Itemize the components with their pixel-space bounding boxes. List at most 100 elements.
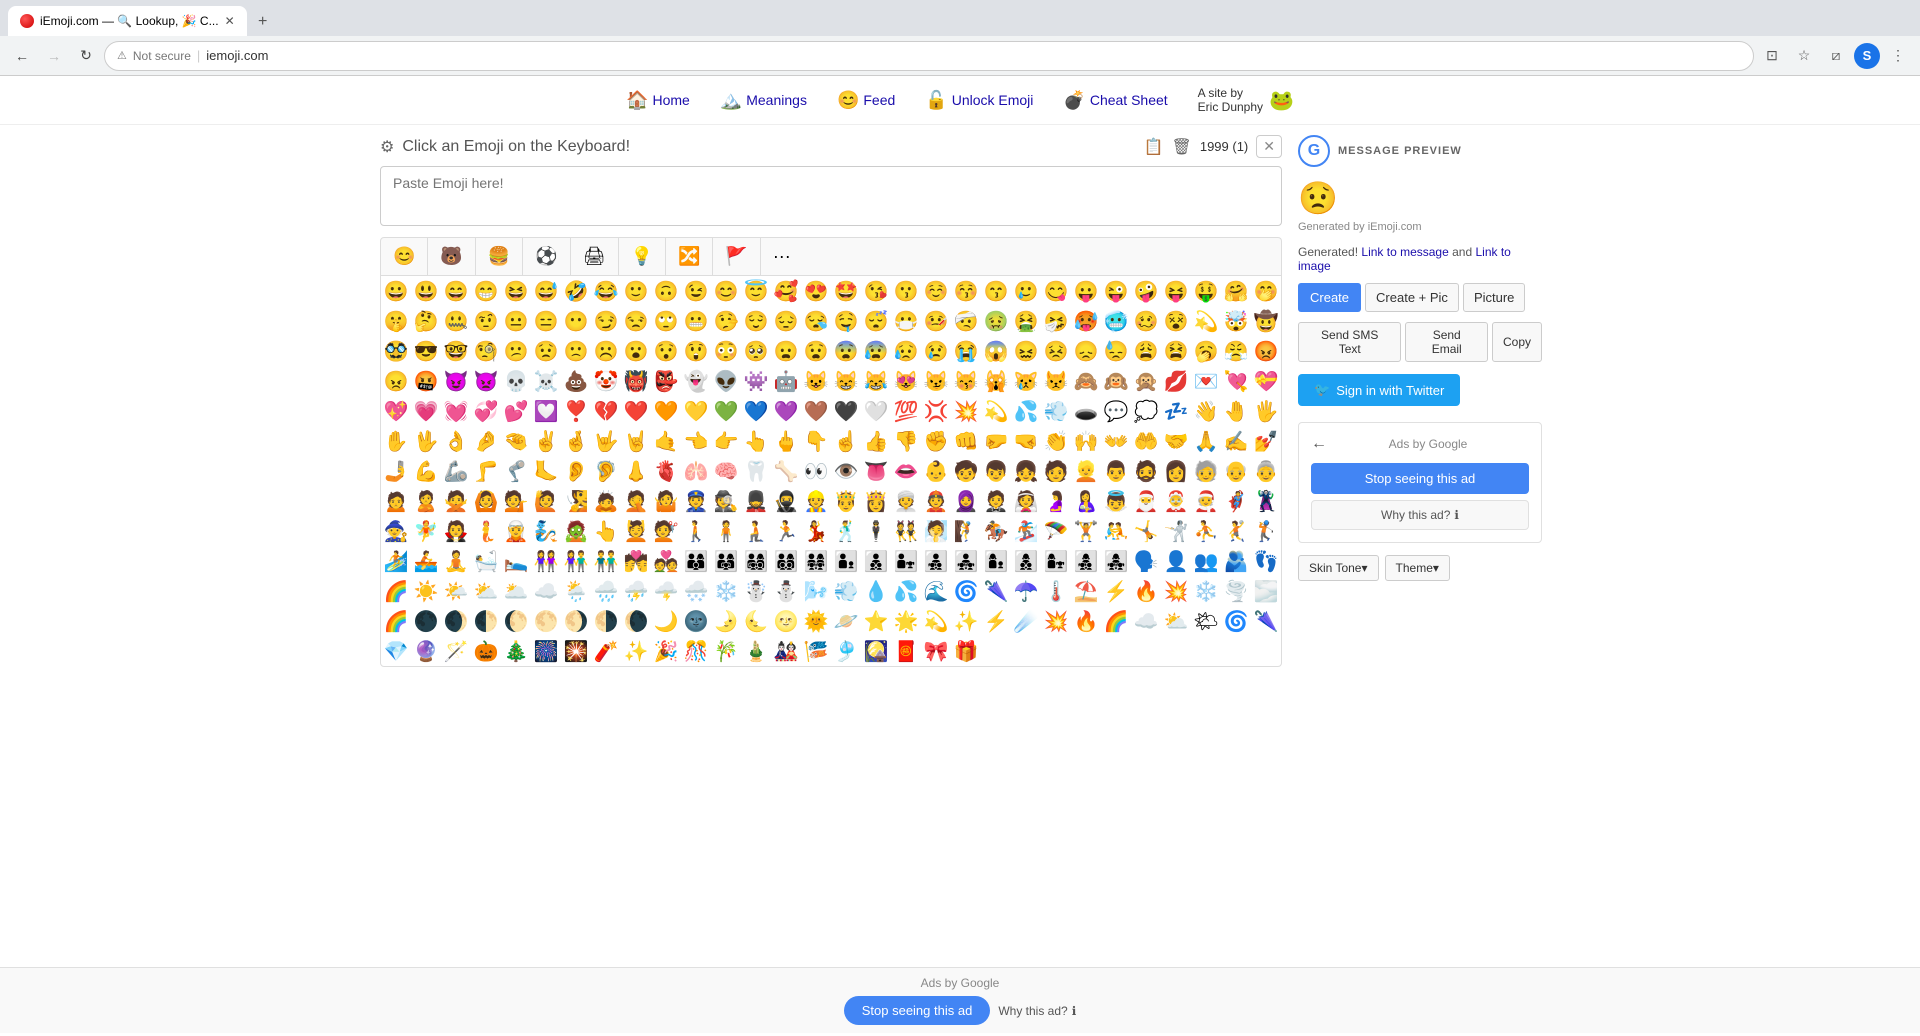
emoji-cell[interactable]: 😟: [531, 336, 561, 366]
emoji-cell[interactable]: 🤴: [831, 486, 861, 516]
emoji-cell[interactable]: 🤎: [801, 396, 831, 426]
emoji-cell[interactable]: 🙆: [471, 486, 501, 516]
emoji-cell[interactable]: 👦: [981, 456, 1011, 486]
emoji-cell[interactable]: 👿: [471, 366, 501, 396]
twitter-signin-button[interactable]: 🐦 Sign in with Twitter: [1298, 374, 1460, 406]
emoji-cell[interactable]: 🤗: [1221, 276, 1251, 306]
emoji-cell[interactable]: 🤲: [1131, 426, 1161, 456]
emoji-cell[interactable]: 🤺: [1161, 516, 1191, 546]
emoji-cell[interactable]: 🤠: [1251, 306, 1281, 336]
emoji-cell[interactable]: 👴: [1221, 456, 1251, 486]
emoji-cell[interactable]: 💀: [501, 366, 531, 396]
emoji-cell[interactable]: 👨‍👧‍👦: [921, 546, 951, 576]
emoji-cell[interactable]: 🤍: [861, 396, 891, 426]
emoji-cell[interactable]: 🤢: [981, 306, 1011, 336]
emoji-cell[interactable]: 👎: [891, 426, 921, 456]
emoji-cell[interactable]: 🤒: [921, 306, 951, 336]
emoji-cell[interactable]: 🤝: [1161, 426, 1191, 456]
picture-button[interactable]: Picture: [1463, 283, 1525, 312]
emoji-cell[interactable]: 😾: [1041, 366, 1071, 396]
emoji-cell[interactable]: 🏃: [771, 516, 801, 546]
emoji-cell[interactable]: ⚡: [1101, 576, 1131, 606]
extensions-button[interactable]: ⧄: [1822, 42, 1850, 70]
emoji-cell[interactable]: ⛈️: [621, 576, 651, 606]
emoji-cell[interactable]: 😅: [531, 276, 561, 306]
emoji-cell[interactable]: 👺: [651, 366, 681, 396]
emoji-cell[interactable]: 🌤: [1191, 606, 1221, 636]
emoji-cell[interactable]: 👨‍👧‍👧: [951, 546, 981, 576]
emoji-cell[interactable]: 👾: [741, 366, 771, 396]
emoji-cell[interactable]: 😏: [591, 306, 621, 336]
emoji-cell[interactable]: 🧟: [561, 516, 591, 546]
emoji-cell[interactable]: 🦴: [771, 456, 801, 486]
cast-button[interactable]: ⊡: [1758, 42, 1786, 70]
emoji-cell[interactable]: 🥶: [1101, 306, 1131, 336]
emoji-cell[interactable]: 🪂: [1041, 516, 1071, 546]
emoji-cell[interactable]: 🤜: [1011, 426, 1041, 456]
emoji-cell[interactable]: 👨‍👦: [831, 546, 861, 576]
emoji-cell[interactable]: 👊: [951, 426, 981, 456]
emoji-cell[interactable]: 👩‍👧‍👧: [1101, 546, 1131, 576]
emoji-cell[interactable]: 😘: [861, 276, 891, 306]
emoji-cell[interactable]: 💫: [981, 396, 1011, 426]
emoji-cell[interactable]: 💂: [741, 486, 771, 516]
emoji-cell[interactable]: 😎: [411, 336, 441, 366]
emoji-cell[interactable]: 🌡️: [1041, 576, 1071, 606]
emoji-cell[interactable]: 💛: [681, 396, 711, 426]
emoji-cell[interactable]: 😫: [1161, 336, 1191, 366]
address-bar[interactable]: ⚠ Not secure | iemoji.com: [104, 41, 1754, 71]
emoji-cell[interactable]: 🤕: [951, 306, 981, 336]
emoji-cell[interactable]: 🌨️: [681, 576, 711, 606]
emoji-cell[interactable]: 👄: [891, 456, 921, 486]
emoji-cell[interactable]: 💗: [411, 396, 441, 426]
emoji-cell[interactable]: 😣: [1041, 336, 1071, 366]
emoji-cell[interactable]: 👍: [861, 426, 891, 456]
emoji-cell[interactable]: 😡: [1251, 336, 1281, 366]
emoji-cell[interactable]: 😙: [981, 276, 1011, 306]
emoji-cell[interactable]: 🌀: [1221, 606, 1251, 636]
emoji-cell[interactable]: 👯: [891, 516, 921, 546]
emoji-cell[interactable]: 😪: [801, 306, 831, 336]
create-button[interactable]: Create: [1298, 283, 1361, 312]
emoji-cell[interactable]: 💨: [1041, 396, 1071, 426]
emoji-cell[interactable]: 💞: [471, 396, 501, 426]
emoji-cell[interactable]: 🙁: [561, 336, 591, 366]
emoji-cell[interactable]: 👭: [531, 546, 561, 576]
copy-emoji-button[interactable]: 📋: [1144, 137, 1164, 157]
emoji-cell[interactable]: 👨‍👩‍👦‍👦: [771, 546, 801, 576]
emoji-cell[interactable]: 👅: [861, 456, 891, 486]
link-to-message[interactable]: Link to message: [1361, 245, 1448, 259]
emoji-cell[interactable]: 👋: [1191, 396, 1221, 426]
menu-button[interactable]: ⋮: [1884, 42, 1912, 70]
emoji-cell[interactable]: 🙎: [411, 486, 441, 516]
emoji-cell[interactable]: 😌: [741, 306, 771, 336]
back-button[interactable]: ←: [8, 42, 36, 70]
tab-symbols[interactable]: 💡: [619, 238, 666, 275]
emoji-cell[interactable]: 😃: [411, 276, 441, 306]
emoji-cell[interactable]: ☁️: [1131, 606, 1161, 636]
emoji-cell[interactable]: 🎆: [531, 636, 561, 666]
nav-unlock-emoji[interactable]: 🔓 Unlock Emoji: [925, 90, 1033, 111]
emoji-cell[interactable]: 😤: [1221, 336, 1251, 366]
emoji-cell[interactable]: 💭: [1131, 396, 1161, 426]
emoji-cell[interactable]: 🤔: [411, 306, 441, 336]
emoji-cell[interactable]: 👨‍👧: [891, 546, 921, 576]
emoji-cell[interactable]: 🌛: [711, 606, 741, 636]
emoji-cell[interactable]: 💆: [621, 516, 651, 546]
emoji-cell[interactable]: 🧐: [471, 336, 501, 366]
emoji-cell[interactable]: 🧠: [711, 456, 741, 486]
emoji-cell[interactable]: 🚶: [681, 516, 711, 546]
emoji-cell[interactable]: 😝: [1161, 276, 1191, 306]
emoji-cell[interactable]: 🦿: [501, 456, 531, 486]
emoji-cell[interactable]: 🎄: [501, 636, 531, 666]
emoji-cell[interactable]: 🧚: [411, 516, 441, 546]
emoji-cell[interactable]: 😶: [561, 306, 591, 336]
emoji-cell[interactable]: 🧜: [471, 516, 501, 546]
emoji-cell[interactable]: 🙌: [1071, 426, 1101, 456]
nav-home[interactable]: 🏠 Home: [626, 90, 690, 111]
bookmark-button[interactable]: ☆: [1790, 42, 1818, 70]
emoji-cell[interactable]: 😿: [1011, 366, 1041, 396]
emoji-cell[interactable]: 🌈: [1101, 606, 1131, 636]
emoji-cell[interactable]: 👐: [1101, 426, 1131, 456]
emoji-cell[interactable]: 🌗: [591, 606, 621, 636]
